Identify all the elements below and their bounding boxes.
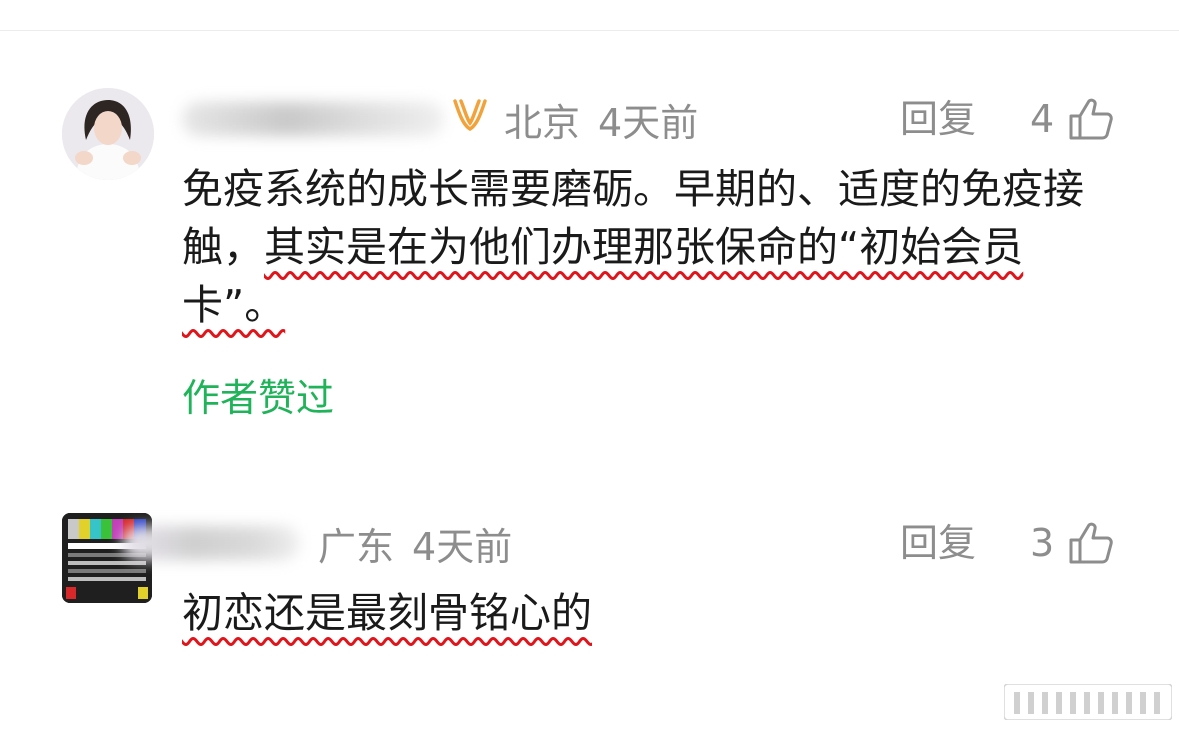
thumbs-up-icon[interactable] (1068, 97, 1114, 141)
username-blurred[interactable] (182, 102, 444, 136)
like-count: 4 (1030, 97, 1055, 141)
comment-location: 广东 (318, 524, 395, 569)
username-blurred[interactable] (122, 526, 300, 560)
avatar[interactable] (62, 88, 154, 180)
like-count: 3 (1030, 521, 1055, 565)
comment-text-highlighted: 其实是在为他们办理那张保命的“初始会员卡”。 (182, 223, 1024, 329)
bar-chart-icon (1003, 683, 1173, 724)
top-divider (0, 30, 1179, 31)
comment-text-highlighted: 初恋还是最刻骨铭心的 (182, 589, 592, 637)
comment-meta: 广东 4天前 (122, 519, 530, 569)
comment-meta: 北京 4天前 (182, 95, 716, 145)
comment-body: 免疫系统的成长需要磨砺。早期的、适度的免疫接触，其实是在为他们办理那张保命的“初… (182, 160, 1117, 334)
comment-body: 初恋还是最刻骨铭心的 (182, 584, 1117, 642)
comment-time: 4天前 (598, 100, 699, 145)
reply-button[interactable]: 回复 (900, 95, 976, 143)
vip-badge-icon (450, 95, 490, 144)
reply-button[interactable]: 回复 (900, 519, 976, 567)
comment-time: 4天前 (412, 524, 513, 569)
comment-location: 北京 (504, 100, 581, 145)
thumbs-up-icon[interactable] (1068, 521, 1114, 565)
author-liked-label: 作者赞过 (182, 376, 335, 420)
